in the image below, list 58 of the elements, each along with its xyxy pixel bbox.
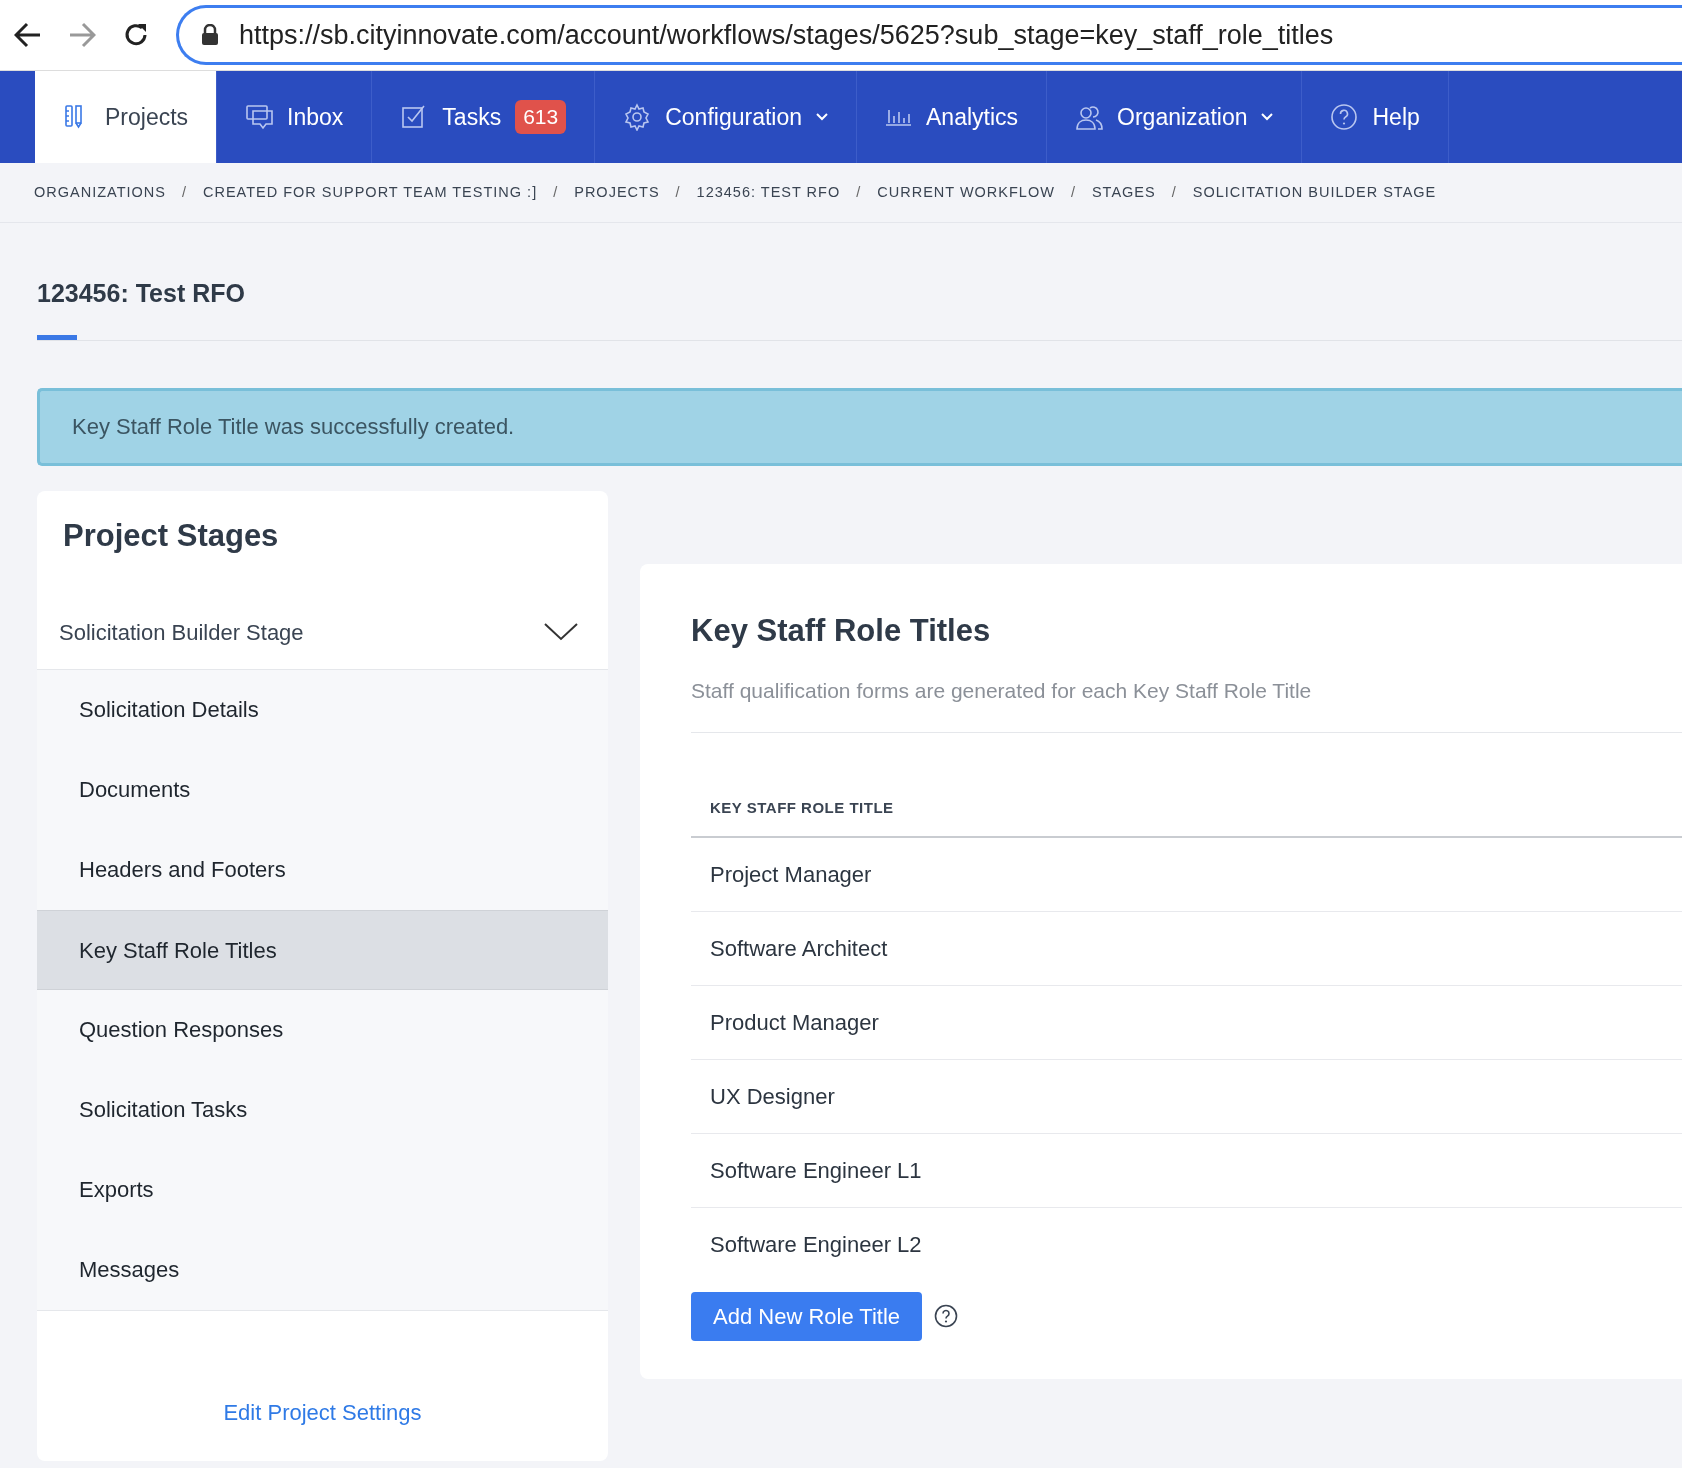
chevron-icon [544,622,578,643]
nav-tab[interactable]: Analytics [857,71,1048,163]
stage-dropdown[interactable]: Solicitation Builder Stage [37,595,608,670]
table-cell: UX Designer [691,1059,1682,1134]
sidebar-item[interactable]: Headers and Footers [37,829,608,910]
sidebar-item[interactable]: Key Staff Role Titles [37,909,608,990]
gear-icon [623,103,652,131]
success-alert: Key Staff Role Title was successfully created. [37,387,1682,466]
forward-icon[interactable] [68,22,96,48]
help-icon [1330,103,1359,131]
section-title: Key Staff Role Titles [691,611,992,649]
sidebar-item[interactable]: Documents [37,749,608,830]
users-icon [1075,103,1104,131]
add-role-button[interactable]: Add New Role Title [691,1291,923,1341]
sidebar-item[interactable]: Messages [37,1229,608,1310]
url-text: https://sb.cityinnovate.com/account/workflows/stages/5625?sub_stage=key_staff_role_titles [239,18,1334,52]
breadcrumb-link[interactable]: SOLICITATION BUILDER STAGE [1192,181,1437,204]
sidebar-item[interactable]: Question Responses [37,989,608,1070]
nav-tab[interactable]: Inbox [217,71,373,163]
sidebar-title: Project Stages [63,516,280,554]
breadcrumb-link[interactable]: ORGANIZATIONS [34,181,166,204]
column-header: KEY STAFF ROLE TITLE [691,733,1682,838]
nav-tab[interactable]: Tasks 613 [372,71,596,163]
table-cell: Product Manager [691,985,1682,1060]
count-badge: 613 [515,100,567,134]
address-bar[interactable]: https://sb.cityinnovate.com/account/workflows/stages/5625?sub_stage=key_staff_role_titles [176,5,1682,65]
table-cell: Software Engineer L1 [691,1133,1682,1208]
nav-tab[interactable]: Help [1302,71,1449,163]
table-cell: Software Architect [691,911,1682,986]
edit-settings-link[interactable]: Edit Project Settings [223,1395,422,1429]
sidebar-item[interactable]: Solicitation Details [37,669,608,750]
breadcrumb-separator: / [1070,182,1076,202]
nav-tab[interactable]: Projects [35,71,218,163]
breadcrumb-link[interactable]: CURRENT WORKFLOW [877,181,1055,204]
breadcrumb-separator: / [181,182,187,202]
active-tab-indicator [37,334,77,340]
breadcrumb-link[interactable]: CREATED FOR SUPPORT TEAM TESTING :] [203,181,538,204]
sidebar-item[interactable]: Solicitation Tasks [37,1069,608,1150]
breadcrumb-separator: / [1171,182,1177,202]
breadcrumb-link[interactable]: PROJECTS [574,181,660,204]
table-cell-text: Software Engineer L2 [709,1231,923,1260]
sidebar-item[interactable]: Exports [37,1149,608,1230]
bar-chart-icon [885,108,912,126]
breadcrumb-separator: / [553,182,559,202]
chat-icon [245,103,274,131]
section-description: Staff qualification forms are generated for each Key Staff Role Title [691,674,1682,734]
breadcrumb-link[interactable]: 123456: TEST RFO [696,181,841,204]
nav-tab[interactable]: Configuration [595,71,857,163]
stage-label: Solicitation Builder Stage [59,618,304,647]
back-icon[interactable] [14,22,42,48]
lock-icon [201,24,219,46]
breadcrumb-separator: / [856,182,862,202]
page-title: 123456: Test RFO [37,278,246,309]
breadcrumb-link[interactable]: STAGES [1091,181,1156,204]
nav-tab[interactable]: Organization [1047,71,1303,163]
table-cell: Project Manager [691,837,1682,912]
breadcrumb-separator: / [675,182,681,202]
help-icon[interactable] [934,1304,959,1329]
